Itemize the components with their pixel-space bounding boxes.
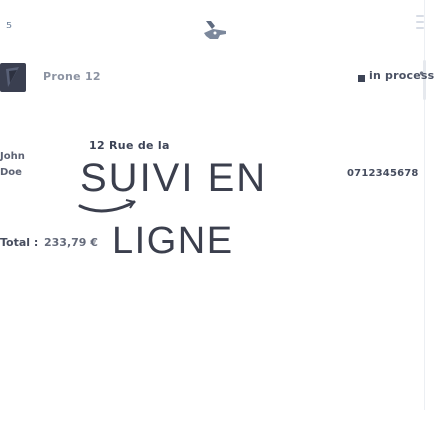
order-tracking-screen: ⁵ Prone 12 in process • John Doe 12 Rue … <box>0 0 436 445</box>
menu-button[interactable] <box>416 15 424 31</box>
brand-title-line-2: LIGNE <box>112 220 234 262</box>
back-arrow-icon: ⁵ <box>5 19 12 37</box>
first-name-label: John <box>0 151 25 162</box>
product-thumbnail <box>0 63 26 92</box>
total-label: Total : <box>0 236 39 249</box>
total-amount: 233,79 € <box>44 236 98 249</box>
brand-title-line-1: SUIVI EN <box>80 156 268 200</box>
brand-logo-icon <box>204 21 226 39</box>
product-name: Prone 12 <box>43 70 101 83</box>
status-more-icon[interactable]: • <box>418 67 425 81</box>
phone-number: 0712345678 <box>347 168 419 179</box>
address-text: 12 Rue de la <box>89 139 170 152</box>
swoosh-icon <box>78 199 136 213</box>
status-indicator <box>358 75 365 82</box>
back-button[interactable]: ⁵ <box>1 18 17 38</box>
phone-icon <box>6 67 19 87</box>
menu-icon <box>416 15 424 17</box>
last-name-label: Doe <box>0 167 22 178</box>
